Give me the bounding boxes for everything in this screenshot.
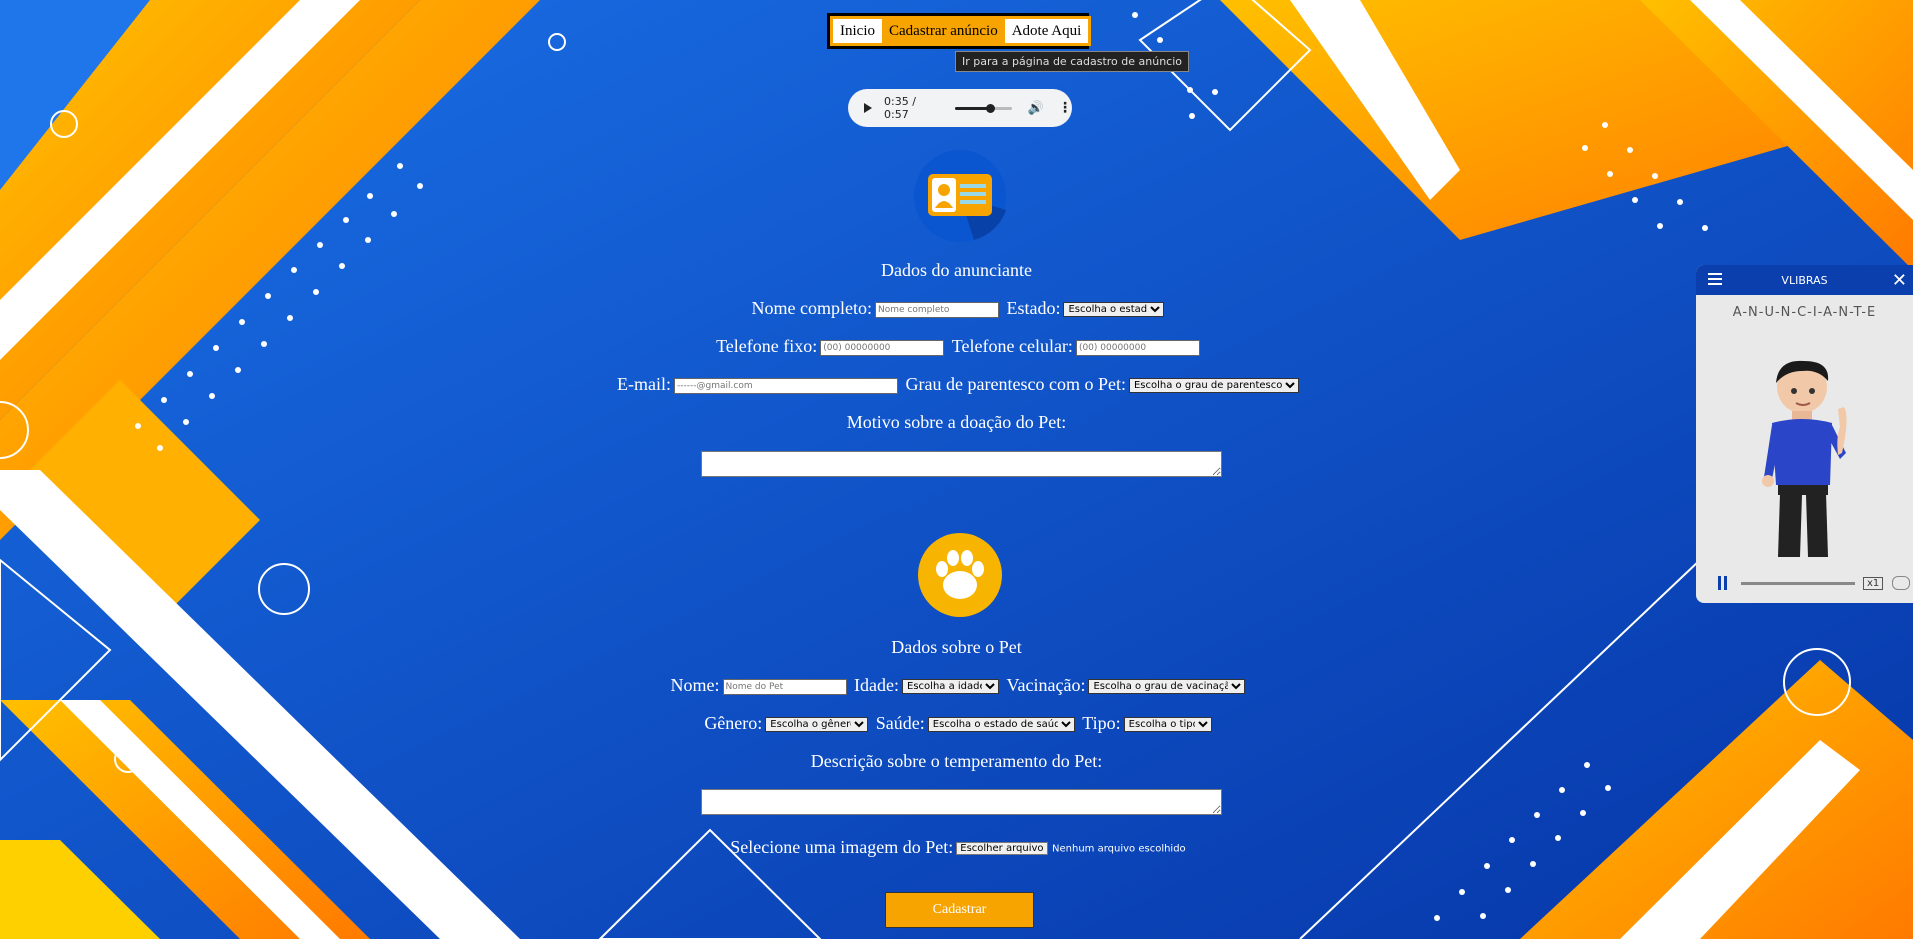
email-input[interactable]: [674, 377, 899, 394]
vlibras-progress[interactable]: [1741, 581, 1855, 585]
audio-progress-fill: [954, 106, 990, 110]
vlibras-controls: x1: [1696, 563, 1913, 603]
reason-textarea[interactable]: [701, 451, 1222, 477]
pet-row-2: Gênero: Escolha o gênero Saúde: Escolha o …: [0, 713, 1913, 734]
file-status: Nenhum arquivo escolhido: [1052, 843, 1186, 855]
advertiser-row-2: Telefone fixo: Telefone celular:: [0, 336, 1913, 357]
state-select[interactable]: Escolha o estado: [1063, 302, 1165, 318]
pet-heading: Dados sobre o Pet: [891, 637, 1022, 657]
more-options-icon[interactable]: ⋮: [1058, 100, 1072, 116]
audio-time: 0:35 / 0:57: [884, 95, 916, 121]
advertiser-heading: Dados do anunciante: [881, 260, 1032, 280]
nav-cadastrar-anuncio[interactable]: Cadastrar anúncio: [882, 19, 1005, 43]
pet-row-1: Nome: Idade:Escolha a idade Vacinação:Es…: [0, 675, 1913, 696]
mobile-input[interactable]: [1075, 339, 1200, 356]
gender-label: Gênero:: [704, 713, 763, 733]
pet-name-input[interactable]: [722, 678, 847, 695]
nav-adote-aqui[interactable]: Adote Aqui: [1005, 19, 1089, 43]
state-label: Estado:: [1006, 298, 1061, 318]
name-input[interactable]: [874, 301, 999, 318]
play-icon[interactable]: [864, 103, 872, 113]
email-label: E-mail:: [617, 374, 672, 394]
vaccine-label: Vacinação:: [1006, 675, 1086, 695]
pet-name-label: Nome:: [670, 675, 720, 695]
reason-label: Motivo sobre a doação do Pet:: [846, 412, 1067, 432]
nav-tooltip: Ir para a página de cadastro de anúncio: [955, 51, 1189, 72]
type-label: Tipo:: [1082, 713, 1121, 733]
temperament-textarea[interactable]: [701, 789, 1222, 815]
advertiser-row-1: Nome completo: Estado:Escolha o estado: [0, 298, 1913, 319]
avatar: [1762, 360, 1847, 557]
health-label: Saúde:: [875, 713, 925, 733]
menu-icon[interactable]: [1708, 273, 1722, 288]
speed-button[interactable]: x1: [1863, 576, 1884, 590]
advertiser-row-3: E-mail: Grau de parentesco com o Pet:Esc…: [0, 374, 1913, 395]
vlibras-widget: VLIBRAS ✕ A-N-U-N-C-I-A-N-T-E x1: [1696, 265, 1913, 603]
audio-progress-knob[interactable]: [985, 103, 995, 113]
choose-file-button[interactable]: Escolher arquivo: [956, 842, 1048, 856]
kinship-label: Grau de parentesco com o Pet:: [905, 374, 1126, 394]
age-label: Idade:: [854, 675, 900, 695]
phone-input[interactable]: [820, 339, 945, 356]
close-icon[interactable]: ✕: [1892, 270, 1907, 291]
vlibras-header: VLIBRAS ✕: [1696, 265, 1913, 295]
subtitles-icon[interactable]: [1892, 576, 1911, 590]
paw-icon: [918, 533, 1002, 617]
vlibras-gloss: A-N-U-N-C-I-A-N-T-E: [1732, 305, 1877, 320]
gender-select[interactable]: Escolha o gênero: [765, 717, 869, 733]
submit-button[interactable]: Cadastrar: [885, 892, 1034, 928]
audio-progress[interactable]: [954, 103, 1012, 113]
vaccine-select[interactable]: Escolha o grau de vacinação: [1088, 679, 1246, 695]
volume-icon[interactable]: 🔊: [1028, 101, 1044, 116]
pause-icon[interactable]: [1718, 576, 1727, 590]
health-select[interactable]: Escolha o estado de saúde: [927, 717, 1075, 733]
vlibras-title: VLIBRAS: [1781, 273, 1828, 287]
main-nav: Inicio Cadastrar anúncio Adote Aqui: [827, 13, 1092, 49]
image-row: Selecione uma imagem do Pet: Escolher arq…: [0, 837, 1913, 858]
image-label: Selecione uma imagem do Pet:: [730, 837, 954, 857]
mobile-label: Telefone celular:: [951, 336, 1073, 356]
id-card-icon: [914, 150, 1006, 242]
phone-label: Telefone fixo:: [716, 336, 818, 356]
type-select[interactable]: Escolha o tipo: [1123, 717, 1212, 733]
kinship-select[interactable]: Escolha o grau de parentesco: [1128, 378, 1299, 394]
name-label: Nome completo:: [751, 298, 872, 318]
nav-inicio[interactable]: Inicio: [833, 19, 882, 43]
temperament-label: Descrição sobre o temperamento do Pet:: [810, 751, 1103, 771]
age-select[interactable]: Escolha a idade: [902, 679, 1000, 695]
audio-player: 0:35 / 0:57 🔊 ⋮: [848, 89, 1072, 127]
